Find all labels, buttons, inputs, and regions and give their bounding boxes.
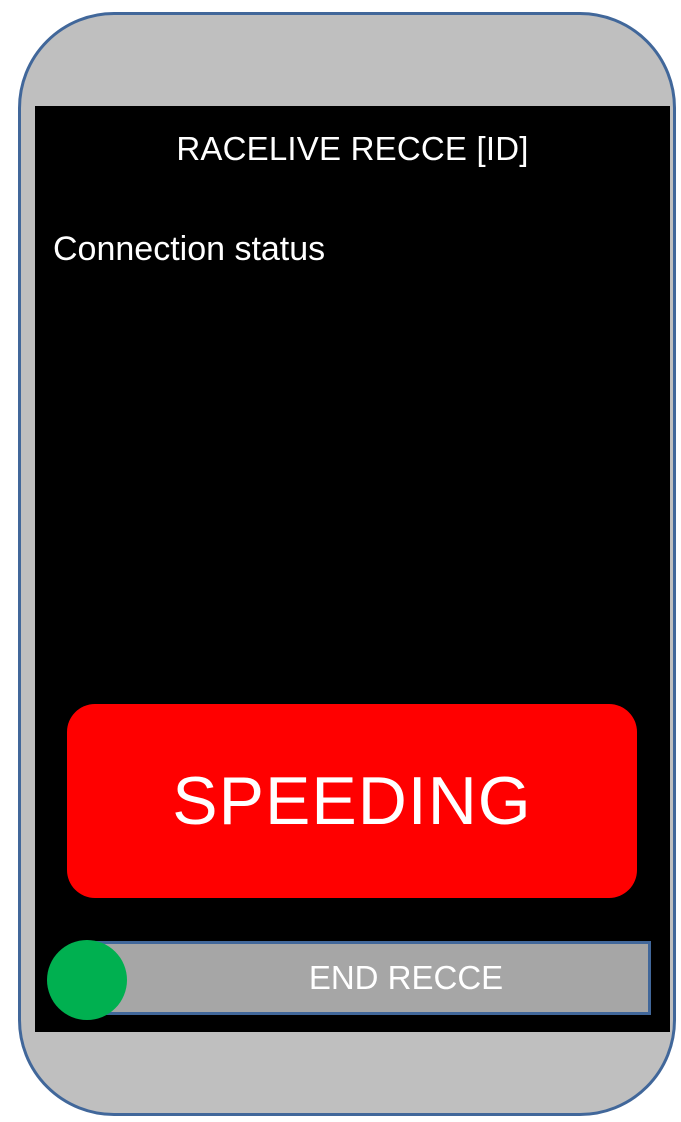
connection-status-label: Connection status <box>53 230 326 268</box>
app-screen: RACELIVE RECCE [ID] Connection status SP… <box>35 106 670 1032</box>
end-recce-slider[interactable]: END RECCE <box>91 941 651 1015</box>
end-recce-label: END RECCE <box>308 959 504 996</box>
speeding-alert-label: SPEEDING <box>172 763 532 839</box>
phone-frame: RACELIVE RECCE [ID] Connection status SP… <box>18 12 676 1116</box>
slider-handle[interactable] <box>47 940 127 1020</box>
speeding-alert-button[interactable]: SPEEDING <box>67 704 637 898</box>
app-title: RACELIVE RECCE [ID] <box>176 130 529 167</box>
